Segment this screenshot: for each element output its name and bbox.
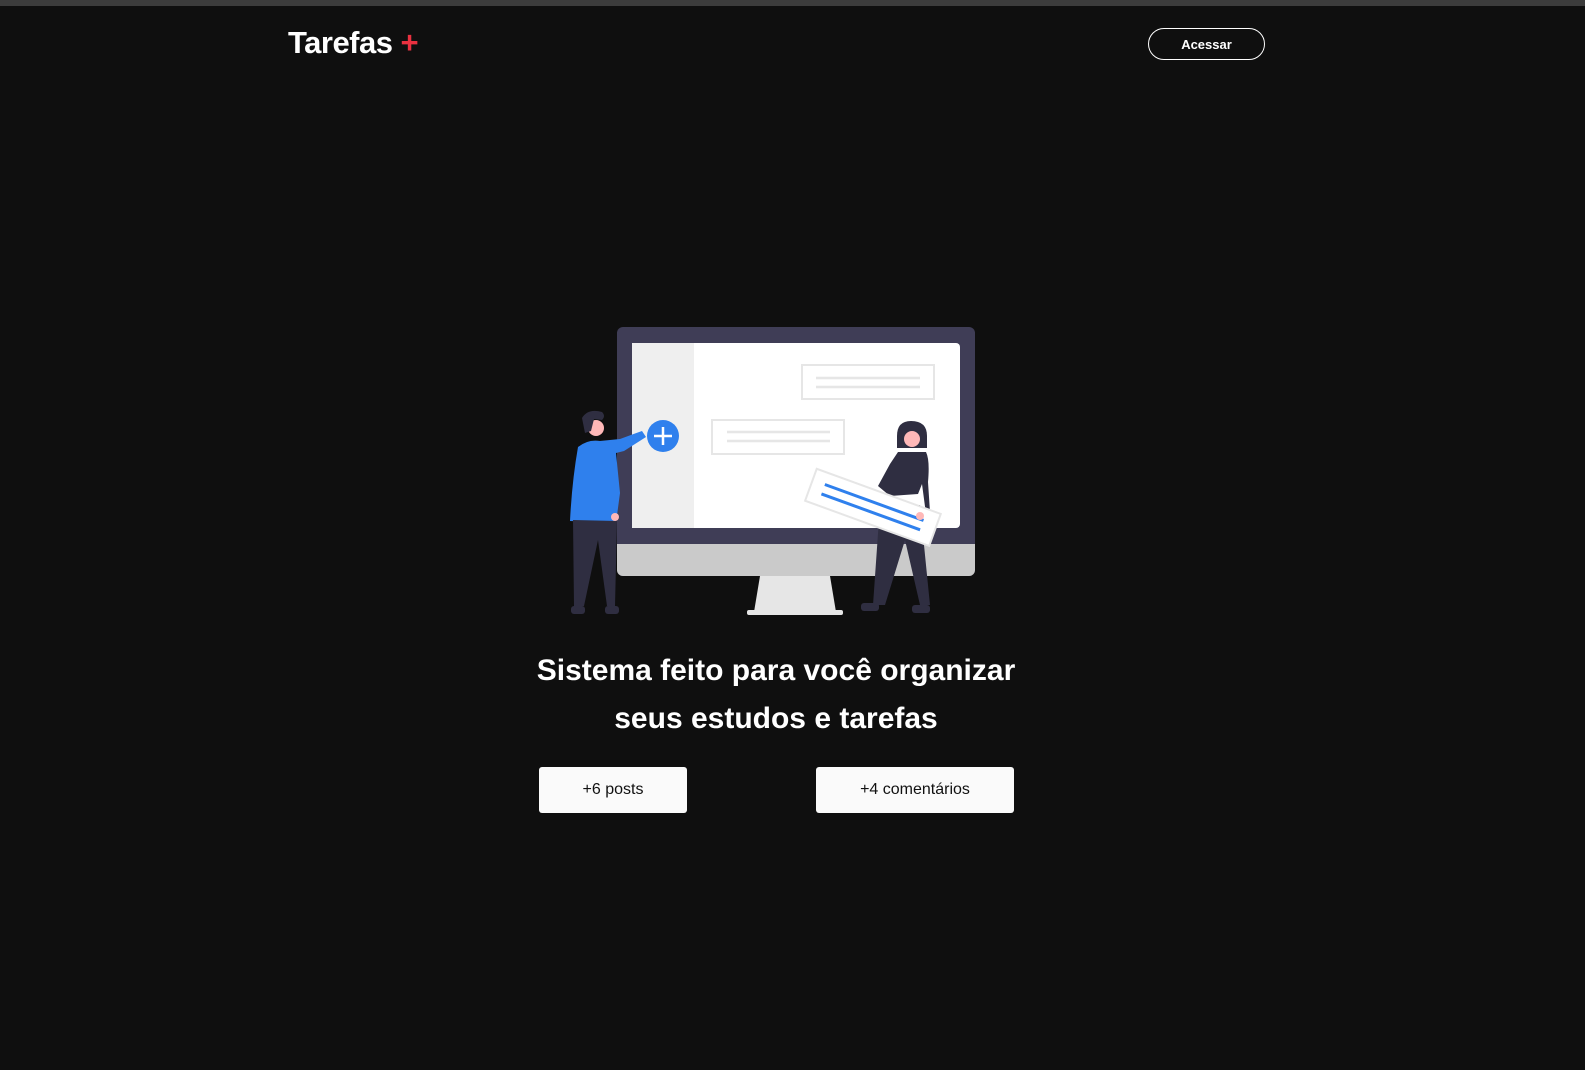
logo[interactable]: Tarefas + [288,25,419,61]
screen-card [801,364,935,400]
comments-count-label: +4 comentários [860,781,970,798]
hero-illustration [570,327,975,615]
headline-line-2: seus estudos e tarefas [614,702,938,735]
screen-card [711,419,845,455]
headline-line-1: Sistema feito para você organizar [536,654,1016,687]
posts-count-label: +6 posts [582,781,644,798]
comments-count-box: +4 comentários [816,767,1014,813]
monitor-stand [754,576,836,612]
browser-top-strip [0,0,1585,6]
login-button[interactable]: Acessar [1148,28,1265,60]
hero-headline: Sistema feito para você organizar seus e… [476,647,1076,743]
logo-plus: + [400,25,419,60]
plus-circle-icon [647,420,679,452]
posts-count-box: +6 posts [539,767,687,813]
logo-text: Tarefas [288,25,393,60]
